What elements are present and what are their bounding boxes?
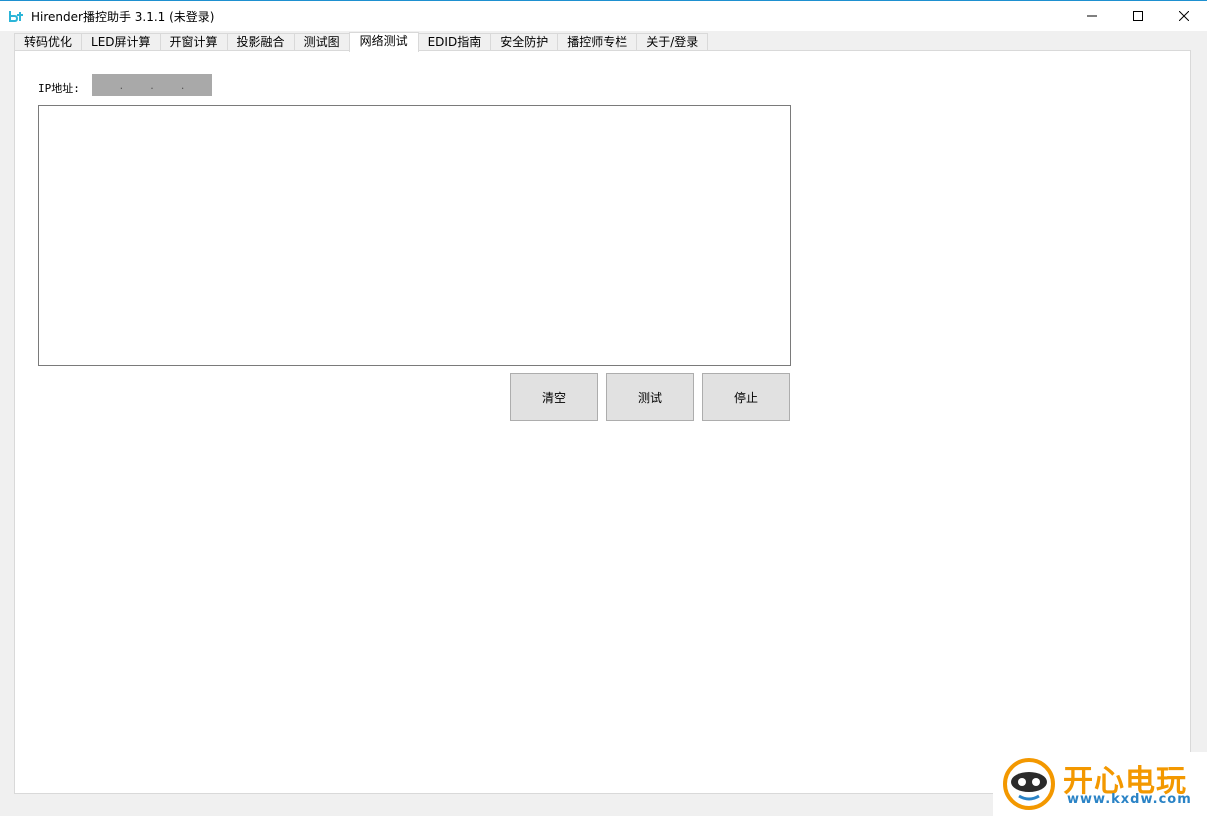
minimize-icon [1087,11,1097,21]
tab-strip: 转码优化 LED屏计算 开窗计算 投影融合 测试图 网络测试 EDID指南 安全… [14,32,709,52]
mascot-logo-icon [1001,756,1057,812]
tab-led-calc[interactable]: LED屏计算 [81,33,161,51]
ip-dot: . [119,78,124,92]
ip-address-input[interactable]: . . . [92,74,212,96]
watermark-url: www.kxdw.com [1067,792,1192,807]
maximize-button[interactable] [1115,1,1161,31]
stop-button[interactable]: 停止 [702,373,790,421]
close-icon [1179,11,1189,21]
tab-about-login[interactable]: 关于/登录 [636,33,709,51]
ip-address-label: IP地址: [38,82,80,95]
watermark: 开心电玩 www.kxdw.com [993,752,1207,816]
tab-transcode[interactable]: 转码优化 [14,33,83,51]
tab-network-test[interactable]: 网络测试 [348,32,419,52]
tab-projection-blend[interactable]: 投影融合 [226,33,295,51]
ip-dot: . [180,78,185,92]
tab-operator-column[interactable]: 播控师专栏 [557,33,638,51]
minimize-button[interactable] [1069,1,1115,31]
tab-security[interactable]: 安全防护 [490,33,559,51]
title-bar: Hirender播控助手 3.1.1 (未登录) [0,0,1207,31]
window-title: Hirender播控助手 3.1.1 (未登录) [31,10,215,24]
network-test-panel: IP地址: . . . 清空 测试 停止 [14,50,1191,794]
tab-edid-guide[interactable]: EDID指南 [417,33,492,51]
test-output-textarea[interactable] [38,105,791,366]
maximize-icon [1133,11,1143,21]
close-button[interactable] [1161,1,1207,31]
test-button[interactable]: 测试 [606,373,694,421]
tab-test-pattern[interactable]: 测试图 [293,33,350,51]
hirender-logo-icon [8,8,24,24]
tab-window-calc[interactable]: 开窗计算 [159,33,228,51]
clear-button[interactable]: 清空 [510,373,598,421]
ip-dot: . [150,78,154,92]
